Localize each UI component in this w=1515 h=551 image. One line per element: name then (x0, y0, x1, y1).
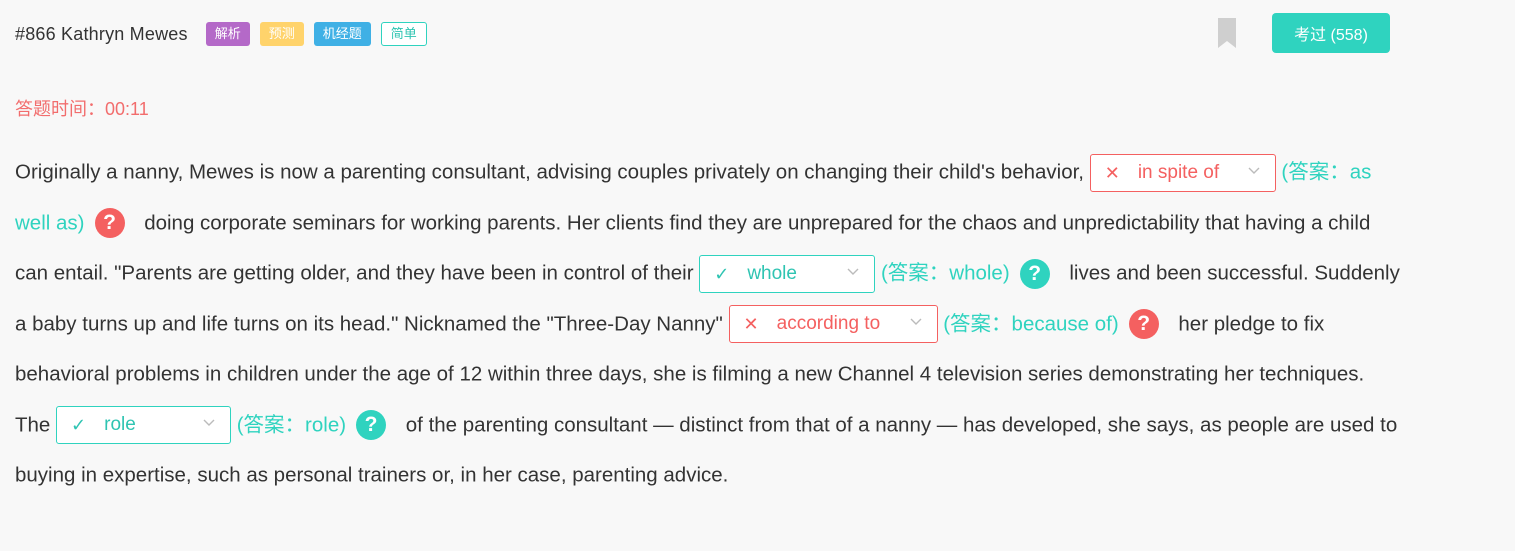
help-icon[interactable]: ? (356, 410, 387, 441)
bookmark-icon[interactable] (1218, 18, 1236, 48)
passage: Originally a nanny, Mewes is now a paren… (15, 147, 1400, 501)
check-icon: ✓ (714, 263, 730, 284)
help-icon[interactable]: ? (1128, 309, 1159, 340)
passage-text: Originally a nanny, Mewes is now a paren… (15, 160, 1085, 184)
tag-past-exam[interactable]: 机经题 (313, 22, 371, 46)
blank-value: role (104, 414, 136, 436)
check-icon: ✓ (71, 415, 87, 436)
question-header: #866 Kathryn Mewes 解析 预测 机经题 简单 (15, 20, 437, 48)
tag-prediction[interactable]: 预测 (259, 22, 304, 46)
wrong-icon: ✕ (1104, 162, 1120, 183)
answer-timer: 答题时间：00:11 (15, 99, 149, 119)
blank-value: in spite of (1137, 161, 1220, 183)
blank-select-3[interactable]: ✕ according to (728, 305, 938, 344)
exam-count-button[interactable]: 考过 (558) (1272, 13, 1390, 53)
blank-value: whole (747, 262, 797, 284)
blank-value: according to (776, 313, 881, 335)
blank-select-2[interactable]: ✓ whole (699, 254, 876, 293)
blank-select-1[interactable]: ✕ in spite of (1089, 153, 1276, 192)
blank-select-4[interactable]: ✓ role (56, 406, 232, 445)
correct-answer: (答案：because of) (943, 312, 1119, 336)
correct-answer: (答案：role) (236, 413, 347, 437)
correct-answer: (答案：whole) (880, 261, 1010, 285)
question-title: #866 Kathryn Mewes (15, 23, 188, 44)
chevron-down-icon (203, 419, 215, 427)
help-icon[interactable]: ? (94, 208, 125, 239)
chevron-down-icon (910, 318, 922, 326)
wrong-icon: ✕ (743, 314, 759, 335)
chevron-down-icon (1248, 167, 1260, 174)
tag-analysis[interactable]: 解析 (205, 22, 250, 46)
chevron-down-icon (847, 268, 859, 275)
tag-difficulty: 简单 (380, 22, 427, 46)
help-icon[interactable]: ? (1019, 258, 1050, 289)
